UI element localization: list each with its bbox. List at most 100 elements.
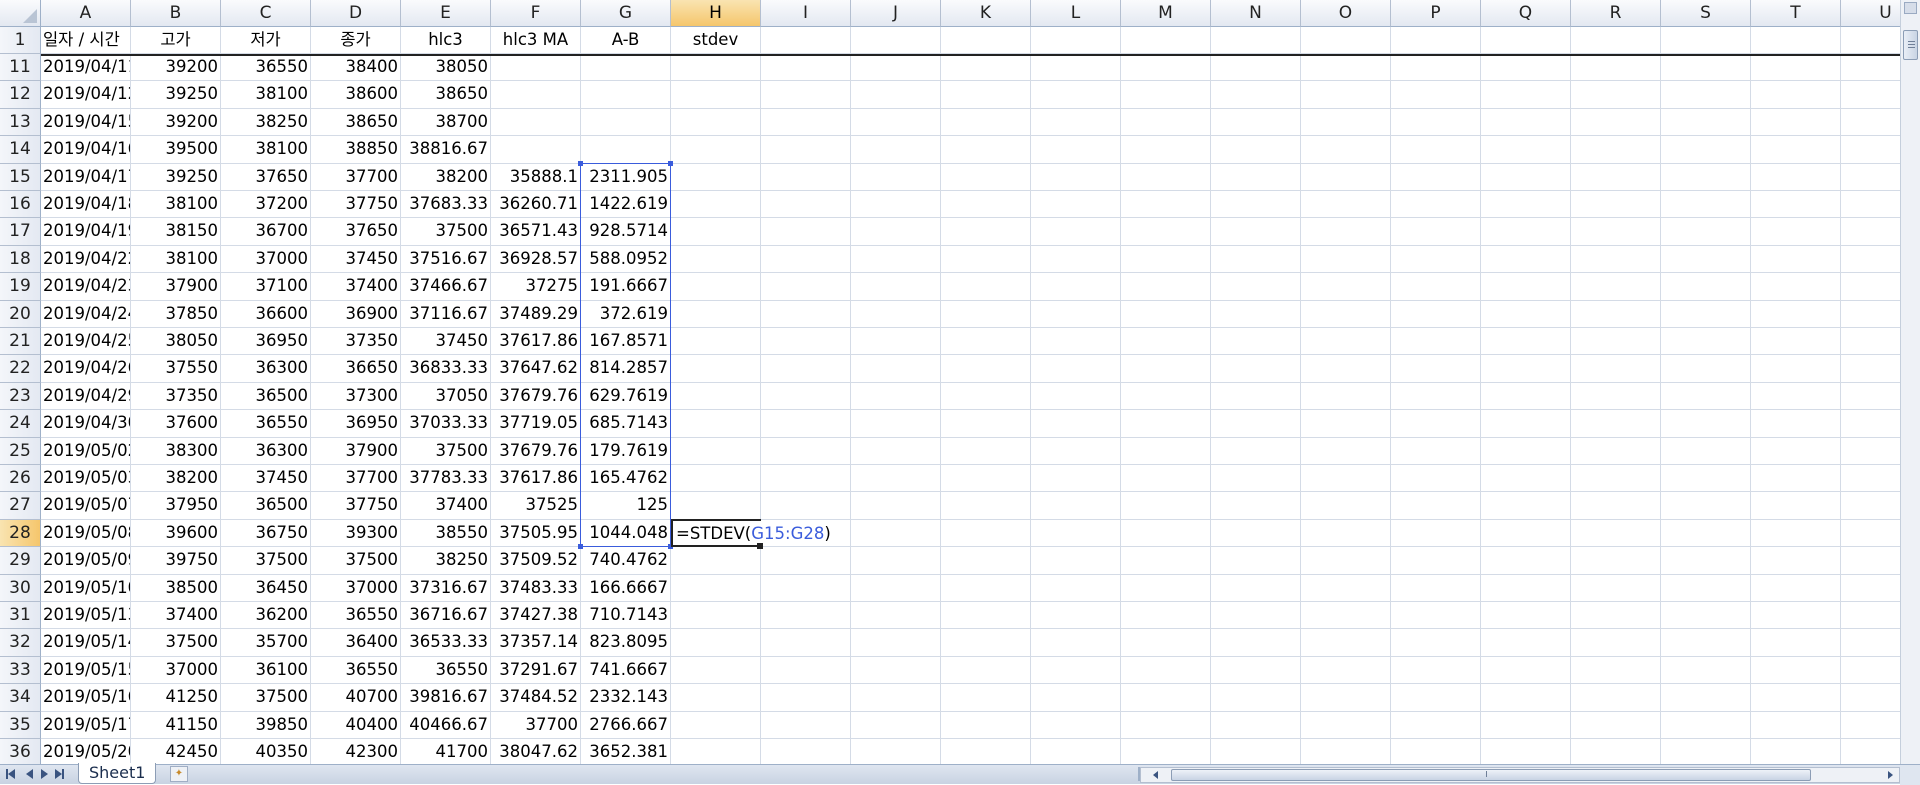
cell-b26[interactable]: 38200: [131, 465, 220, 491]
cell-a15[interactable]: 2019/04/17: [41, 164, 130, 190]
range-resize-handle[interactable]: [668, 160, 673, 166]
cell-e29[interactable]: 38250: [401, 547, 490, 573]
cell-b29[interactable]: 39750: [131, 547, 220, 573]
cell-f17[interactable]: 36571.43: [491, 218, 580, 244]
cell-e25[interactable]: 37500: [401, 438, 490, 464]
cell-a34[interactable]: 2019/05/16: [41, 684, 130, 710]
cell-a25[interactable]: 2019/05/02: [41, 438, 130, 464]
cell-d34[interactable]: 40700: [311, 684, 400, 710]
cell-f19[interactable]: 37275: [491, 273, 580, 299]
cell-f18[interactable]: 36928.57: [491, 246, 580, 272]
cell-g23[interactable]: 629.7619: [581, 383, 670, 409]
row-header-31[interactable]: 31: [0, 602, 41, 630]
next-sheet-arrow-icon[interactable]: [41, 769, 48, 779]
cell-c35[interactable]: 39850: [221, 712, 310, 738]
cell-e35[interactable]: 40466.67: [401, 712, 490, 738]
column-header-m[interactable]: M: [1121, 0, 1211, 27]
cell-e34[interactable]: 39816.67: [401, 684, 490, 710]
column-header-l[interactable]: L: [1031, 0, 1121, 27]
cell-b21[interactable]: 38050: [131, 328, 220, 354]
cell-f29[interactable]: 37509.52: [491, 547, 580, 573]
cell-c29[interactable]: 37500: [221, 547, 310, 573]
cell-e15[interactable]: 38200: [401, 164, 490, 190]
row-header-33[interactable]: 33: [0, 656, 41, 685]
row-header-35[interactable]: 35: [0, 711, 41, 739]
cell-c23[interactable]: 36500: [221, 383, 310, 409]
cell-d19[interactable]: 37400: [311, 273, 400, 299]
column-header-b[interactable]: B: [131, 0, 221, 27]
header-cell-e[interactable]: hlc3: [401, 27, 490, 53]
row-header-29[interactable]: 29: [0, 547, 41, 575]
cell-a23[interactable]: 2019/04/29: [41, 383, 130, 409]
row-header-22[interactable]: 22: [0, 355, 41, 383]
cell-b30[interactable]: 38500: [131, 575, 220, 601]
cell-a13[interactable]: 2019/04/15: [41, 109, 130, 135]
cell-b34[interactable]: 41250: [131, 684, 220, 710]
cell-a33[interactable]: 2019/05/15: [41, 657, 130, 683]
select-all-corner[interactable]: [0, 0, 41, 27]
cell-d30[interactable]: 37000: [311, 575, 400, 601]
scroll-right-arrow-icon[interactable]: [1888, 771, 1893, 779]
cell-b23[interactable]: 37350: [131, 383, 220, 409]
cell-e28[interactable]: 38550: [401, 520, 490, 546]
row-header-12[interactable]: 12: [0, 81, 41, 109]
header-cell-b[interactable]: 고가: [131, 27, 220, 53]
cell-a30[interactable]: 2019/05/10: [41, 575, 130, 601]
cell-f26[interactable]: 37617.86: [491, 465, 580, 491]
column-header-n[interactable]: N: [1211, 0, 1301, 27]
cell-e17[interactable]: 37500: [401, 218, 490, 244]
column-header-a[interactable]: A: [41, 0, 131, 27]
cell-e23[interactable]: 37050: [401, 383, 490, 409]
row-header-28[interactable]: 28: [0, 519, 41, 548]
column-header-h[interactable]: H: [671, 0, 761, 27]
cell-g36[interactable]: 3652.381: [581, 739, 670, 764]
cell-d27[interactable]: 37750: [311, 492, 400, 518]
cell-d26[interactable]: 37700: [311, 465, 400, 491]
cell-f34[interactable]: 37484.52: [491, 684, 580, 710]
cell-g21[interactable]: 167.8571: [581, 328, 670, 354]
last-sheet-arrow-icon[interactable]: [55, 769, 62, 779]
cell-b33[interactable]: 37000: [131, 657, 220, 683]
row-header-13[interactable]: 13: [0, 108, 41, 137]
cell-c11[interactable]: 36550: [221, 54, 310, 80]
row-header-11[interactable]: 11: [0, 54, 41, 82]
cell-g16[interactable]: 1422.619: [581, 191, 670, 217]
cell-d11[interactable]: 38400: [311, 54, 400, 80]
row-header-36[interactable]: 36: [0, 739, 41, 764]
cell-d36[interactable]: 42300: [311, 739, 400, 764]
cell-b14[interactable]: 39500: [131, 136, 220, 162]
cell-e14[interactable]: 38816.67: [401, 136, 490, 162]
cell-g30[interactable]: 166.6667: [581, 575, 670, 601]
cell-b13[interactable]: 39200: [131, 109, 220, 135]
cell-e11[interactable]: 38050: [401, 54, 490, 80]
cell-d18[interactable]: 37450: [311, 246, 400, 272]
cell-e36[interactable]: 41700: [401, 739, 490, 764]
cell-f21[interactable]: 37617.86: [491, 328, 580, 354]
cell-a26[interactable]: 2019/05/03: [41, 465, 130, 491]
cell-a35[interactable]: 2019/05/17: [41, 712, 130, 738]
cell-c36[interactable]: 40350: [221, 739, 310, 764]
row-header-16[interactable]: 16: [0, 191, 41, 219]
cell-g20[interactable]: 372.619: [581, 301, 670, 327]
row-header-20[interactable]: 20: [0, 300, 41, 328]
cell-f33[interactable]: 37291.67: [491, 657, 580, 683]
cell-b19[interactable]: 37900: [131, 273, 220, 299]
cell-d22[interactable]: 36650: [311, 355, 400, 381]
cell-c22[interactable]: 36300: [221, 355, 310, 381]
cell-a31[interactable]: 2019/05/13: [41, 602, 130, 628]
cell-a36[interactable]: 2019/05/20: [41, 739, 130, 764]
cell-e21[interactable]: 37450: [401, 328, 490, 354]
cell-e27[interactable]: 37400: [401, 492, 490, 518]
cell-e26[interactable]: 37783.33: [401, 465, 490, 491]
cell-d29[interactable]: 37500: [311, 547, 400, 573]
cell-c20[interactable]: 36600: [221, 301, 310, 327]
row-header-27[interactable]: 27: [0, 492, 41, 520]
cell-d21[interactable]: 37350: [311, 328, 400, 354]
cell-b31[interactable]: 37400: [131, 602, 220, 628]
cell-f15[interactable]: 35888.1: [491, 164, 580, 190]
row-header-23[interactable]: 23: [0, 382, 41, 411]
horizontal-scrollbar[interactable]: [1140, 767, 1900, 783]
cell-c14[interactable]: 38100: [221, 136, 310, 162]
cell-f24[interactable]: 37719.05: [491, 410, 580, 436]
cell-g27[interactable]: 125: [581, 492, 670, 518]
